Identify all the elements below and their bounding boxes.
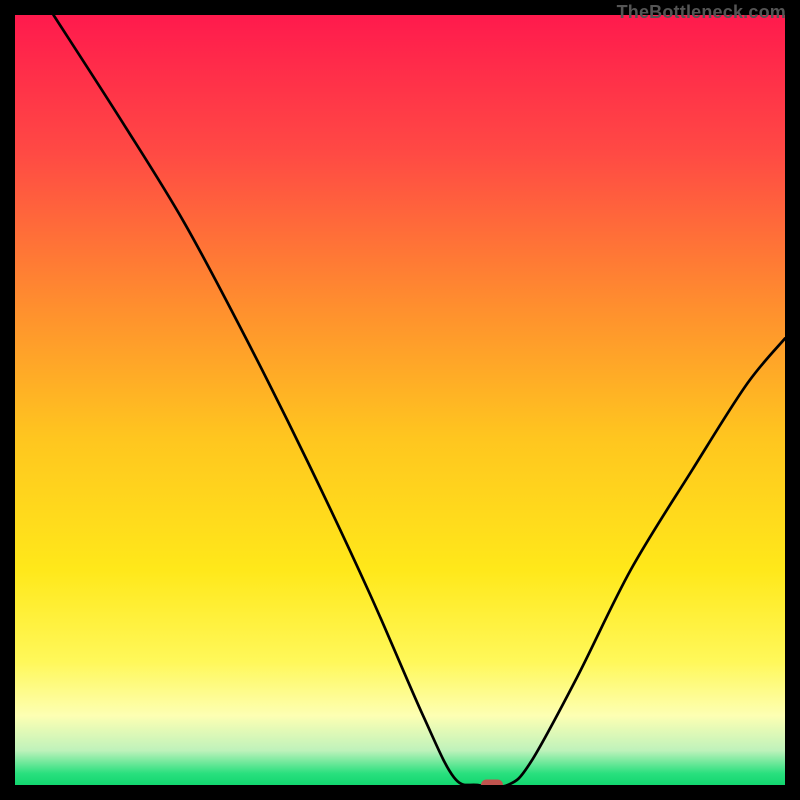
attribution-label: TheBottleneck.com (617, 2, 786, 23)
plot-area (15, 15, 785, 785)
bottleneck-curve (15, 15, 785, 785)
optimal-marker (481, 780, 503, 786)
chart-frame: TheBottleneck.com (0, 0, 800, 800)
